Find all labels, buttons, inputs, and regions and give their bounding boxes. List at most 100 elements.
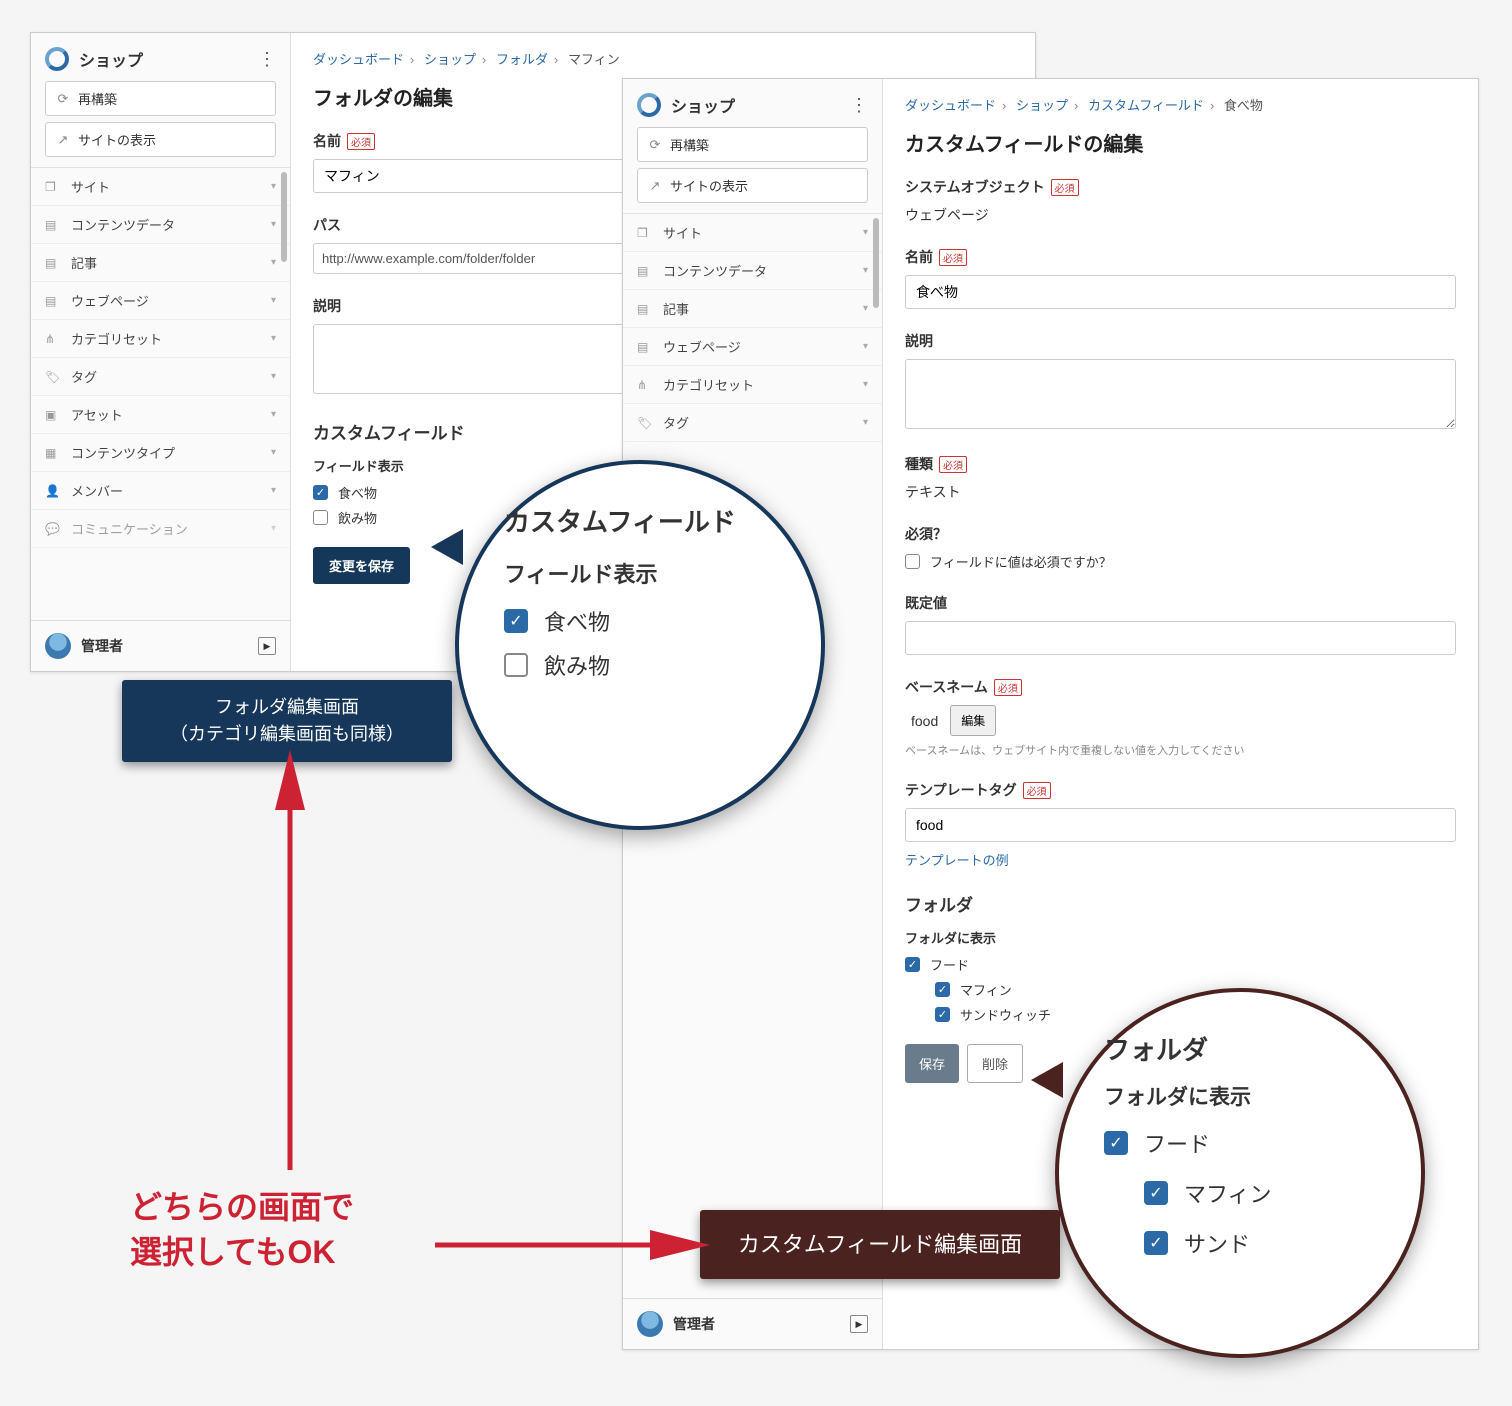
article-icon: ▤ xyxy=(637,302,655,316)
workspace-title: ショップ xyxy=(671,93,840,117)
sysobj-label: システムオブジェクト xyxy=(905,177,1045,197)
required-badge: 必須 xyxy=(1051,179,1079,196)
nav-item[interactable]: ▤ウェブページ▾ xyxy=(623,328,882,366)
checkbox-label: 食べ物 xyxy=(338,483,377,502)
nav-item[interactable]: ❐サイト▾ xyxy=(31,168,290,206)
crumb-link[interactable]: ダッシュボード xyxy=(905,98,996,113)
callout-customfield-edit: カスタムフィールド編集画面 xyxy=(700,1210,1060,1279)
name-input[interactable] xyxy=(905,275,1456,309)
external-icon: ↗ xyxy=(56,133,70,147)
checkbox-label: サンドウィッチ xyxy=(960,1005,1051,1024)
tmpltag-input[interactable] xyxy=(905,808,1456,842)
crumb-link[interactable]: ショップ xyxy=(424,52,476,67)
basename-edit-button[interactable]: 編集 xyxy=(950,705,996,736)
crumb-current: マフィン xyxy=(568,52,620,67)
nav-item[interactable]: ▤コンテンツデータ▾ xyxy=(623,252,882,290)
template-example-link[interactable]: テンプレートの例 xyxy=(905,853,1009,868)
required-checkbox-row[interactable]: フィールドに値は必須ですか？ xyxy=(905,552,1456,571)
folder-checkbox-row[interactable]: フード xyxy=(905,955,1456,974)
refresh-icon: ⟳ xyxy=(56,92,70,106)
nav-item[interactable]: ⋔カテゴリセット▾ xyxy=(31,320,290,358)
zoom-bubble-customfield: フォルダ フォルダに表示 フード マフィン サンド xyxy=(1055,988,1425,1358)
nav-item[interactable]: ▤ウェブページ▾ xyxy=(31,282,290,320)
checkbox-icon[interactable] xyxy=(935,1007,950,1022)
bubble-heading: フォルダ xyxy=(1104,1030,1376,1067)
default-label: 既定値 xyxy=(905,593,947,613)
path-label: パス xyxy=(313,215,341,235)
user-name: 管理者 xyxy=(81,636,123,656)
sidebar-nav: ❐サイト▾ ▤コンテンツデータ▾ ▤記事▾ ▤ウェブページ▾ ⋔カテゴリセット▾… xyxy=(623,213,882,442)
chevron-down-icon: ▾ xyxy=(271,219,276,230)
chevron-down-icon: ▾ xyxy=(271,257,276,268)
rebuild-button[interactable]: ⟳ 再構築 xyxy=(45,81,276,116)
crumb-link[interactable]: フォルダ xyxy=(496,52,548,67)
chevron-down-icon: ▾ xyxy=(271,295,276,306)
crumb-link[interactable]: カスタムフィールド xyxy=(1088,98,1204,113)
checkbox-icon[interactable] xyxy=(313,510,328,525)
checkbox-icon xyxy=(504,609,528,633)
menu-dots-icon[interactable]: ⋮ xyxy=(850,95,868,116)
required-help: フィールドに値は必須ですか？ xyxy=(930,552,1112,571)
nav-item[interactable]: ▦コンテンツタイプ▾ xyxy=(31,434,290,472)
crumb-link[interactable]: ダッシュボード xyxy=(313,52,404,67)
avatar-icon xyxy=(45,633,71,659)
sysobj-value: ウェブページ xyxy=(905,205,1456,225)
nav-item[interactable]: ❐サイト▾ xyxy=(623,214,882,252)
zoom-bubble-folder: カスタムフィールド フィールド表示 食べ物 飲み物 xyxy=(455,460,825,830)
explanation-text: どちらの画面で 選択してもOK xyxy=(130,1185,354,1275)
nav-item[interactable]: 🏷タグ▾ xyxy=(31,358,290,396)
required-badge: 必須 xyxy=(994,679,1022,696)
menu-dots-icon[interactable]: ⋮ xyxy=(258,49,276,70)
checkbox-icon[interactable] xyxy=(905,554,920,569)
chevron-down-icon: ▾ xyxy=(863,379,868,390)
checkbox-icon[interactable] xyxy=(313,485,328,500)
collapse-sidebar-button[interactable]: ▶ xyxy=(258,637,276,655)
collapse-sidebar-button[interactable]: ▶ xyxy=(850,1315,868,1333)
nav-item[interactable]: 🏷タグ▾ xyxy=(623,404,882,442)
save-button[interactable]: 変更を保存 xyxy=(313,547,410,584)
chevron-down-icon: ▾ xyxy=(863,265,868,276)
description-textarea[interactable] xyxy=(905,359,1456,429)
checkbox-label: フード xyxy=(1144,1127,1210,1159)
save-button[interactable]: 保存 xyxy=(905,1044,959,1083)
refresh-icon: ⟳ xyxy=(648,138,662,152)
type-value: テキスト xyxy=(905,482,1456,502)
crumb-link[interactable]: ショップ xyxy=(1016,98,1068,113)
required-badge: 必須 xyxy=(939,456,967,473)
nav-item[interactable]: 💬コミュニケーション▾ xyxy=(31,510,290,548)
copy-icon: ❐ xyxy=(45,180,63,194)
checkbox-icon xyxy=(1104,1131,1128,1155)
nav-item[interactable]: ▤記事▾ xyxy=(31,244,290,282)
nav-item[interactable]: ▣アセット▾ xyxy=(31,396,290,434)
checkbox-icon xyxy=(1144,1181,1168,1205)
delete-button[interactable]: 削除 xyxy=(967,1044,1023,1083)
nav-item[interactable]: ⋔カテゴリセット▾ xyxy=(623,366,882,404)
arrow-right-icon xyxy=(430,1225,690,1265)
chevron-down-icon: ▾ xyxy=(863,303,868,314)
bubble-subheading: フィールド表示 xyxy=(504,557,776,589)
nav-item[interactable]: ▤記事▾ xyxy=(623,290,882,328)
nav-item[interactable]: ▤コンテンツデータ▾ xyxy=(31,206,290,244)
view-site-label: サイトの表示 xyxy=(78,130,156,149)
breadcrumb: ダッシュボード› ショップ› フォルダ› マフィン xyxy=(313,49,1013,68)
view-site-button[interactable]: ↗ サイトの表示 xyxy=(45,122,276,157)
sidebar: ショップ ⋮ ⟳再構築 ↗サイトの表示 ❐サイト▾ ▤コンテンツデータ▾ ▤記事… xyxy=(31,33,291,671)
tag-icon: 🏷 xyxy=(637,416,655,430)
required-badge: 必須 xyxy=(347,133,375,150)
required-badge: 必須 xyxy=(1023,782,1051,799)
rebuild-button[interactable]: ⟳再構築 xyxy=(637,127,868,162)
checkbox-icon[interactable] xyxy=(935,982,950,997)
required-badge: 必須 xyxy=(939,249,967,266)
checkbox-label: フード xyxy=(930,955,969,974)
checkbox-icon xyxy=(504,653,528,677)
grid-icon: ▦ xyxy=(45,446,63,460)
avatar-icon xyxy=(637,1311,663,1337)
checkbox-icon[interactable] xyxy=(905,957,920,972)
checkbox-icon xyxy=(1144,1231,1168,1255)
view-site-button[interactable]: ↗サイトの表示 xyxy=(637,168,868,203)
rebuild-label: 再構築 xyxy=(78,89,117,108)
nav-item[interactable]: 👤メンバー▾ xyxy=(31,472,290,510)
basename-help: ベースネームは、ウェブサイト内で重複しない値を入力してください xyxy=(905,742,1456,758)
default-input[interactable] xyxy=(905,621,1456,655)
chevron-down-icon: ▾ xyxy=(271,447,276,458)
